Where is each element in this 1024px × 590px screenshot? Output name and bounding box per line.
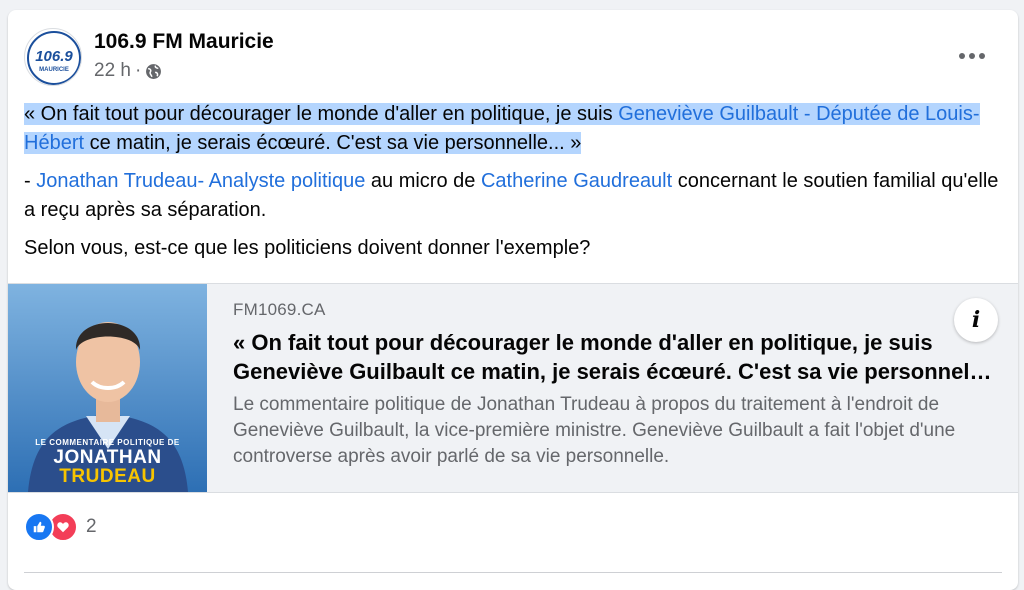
avatar-line2: MAURICIE — [39, 67, 69, 73]
actions-divider — [24, 572, 1002, 573]
reactions-summary[interactable]: 2 — [24, 512, 97, 542]
quote-text-2: ce matin, je serais écœuré. C'est sa vie… — [84, 132, 582, 154]
post-time[interactable]: 22 h — [94, 60, 131, 82]
reaction-count: 2 — [86, 516, 97, 537]
post-message: « On fait tout pour décourager le monde … — [24, 100, 999, 272]
mention-catherine-gaudreault[interactable]: Catherine Gaudreault — [481, 170, 672, 192]
like-icon — [24, 512, 54, 542]
mention-jonathan-trudeau[interactable]: Jonathan Trudeau- Analyste politique — [36, 170, 365, 192]
thumbnail-caption-surname: TRUDEAU — [59, 466, 156, 487]
preview-domain: FM1069.CA — [233, 300, 326, 319]
thumbnail-caption-top: LE COMMENTAIRE POLITIQUE DE — [35, 438, 180, 447]
quote-paragraph: « On fait tout pour décourager le monde … — [24, 100, 999, 158]
preview-title[interactable]: « On fait tout pour décourager le monde … — [233, 328, 993, 386]
post-card: 106.9 MAURICIE 106.9 FM Mauricie 22 h · — [8, 10, 1018, 590]
avatar[interactable]: 106.9 MAURICIE — [24, 28, 82, 86]
meta-separator: · — [134, 60, 142, 81]
question-paragraph: Selon vous, est-ce que les politiciens d… — [24, 237, 591, 259]
station-logo: 106.9 MAURICIE — [27, 31, 81, 85]
more-options-button[interactable] — [952, 36, 992, 76]
preview-thumbnail[interactable]: LE COMMENTAIRE POLITIQUE DE JONATHAN TRU… — [8, 284, 207, 492]
attrib-prefix: - — [24, 170, 37, 192]
preview-description: Le commentaire politique de Jonathan Tru… — [233, 394, 956, 467]
info-icon[interactable]: i — [954, 298, 998, 342]
avatar-line1: 106.9 — [35, 48, 73, 65]
page-name[interactable]: 106.9 FM Mauricie — [94, 30, 274, 54]
globe-icon[interactable] — [145, 63, 162, 80]
more-horizontal-icon — [959, 53, 985, 59]
post-header: 106.9 MAURICIE 106.9 FM Mauricie 22 h · — [24, 28, 1002, 86]
link-preview[interactable]: LE COMMENTAIRE POLITIQUE DE JONATHAN TRU… — [8, 283, 1018, 493]
attribution-paragraph: - Jonathan Trudeau- Analyste politique a… — [24, 167, 999, 225]
quote-text-1: « On fait tout pour décourager le monde … — [24, 103, 619, 125]
attrib-mid: au micro de — [365, 170, 481, 192]
preview-info: FM1069.CA « On fait tout pour décourager… — [233, 300, 993, 470]
post-meta: 22 h · — [94, 60, 162, 82]
